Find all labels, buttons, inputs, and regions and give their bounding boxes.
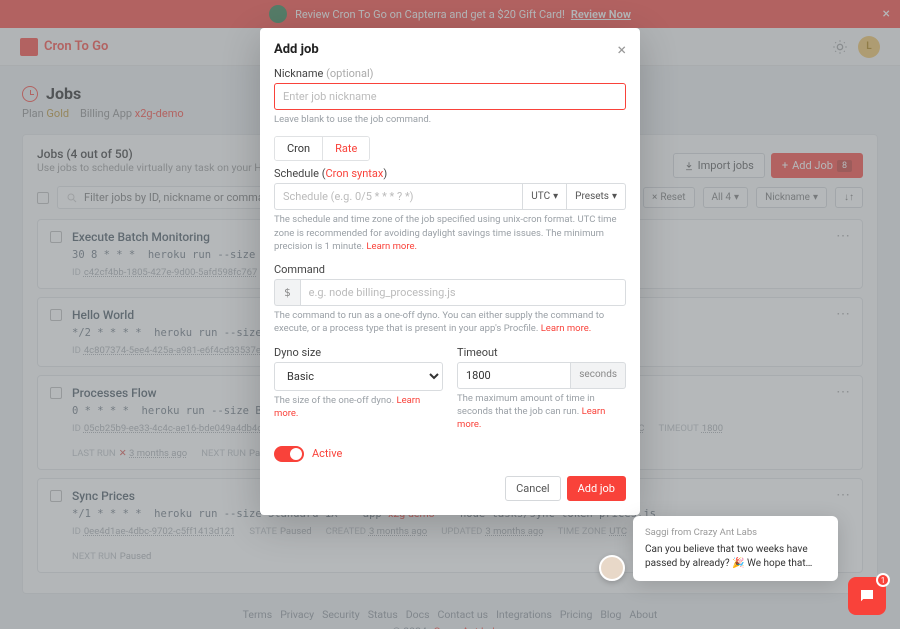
schedule-label: Schedule (Cron syntax) (274, 167, 626, 180)
timezone-select[interactable]: UTC ▾ (523, 183, 567, 210)
chat-launcher[interactable]: 1 (848, 577, 886, 615)
chat-message: Can you believe that two weeks have pass… (645, 543, 826, 571)
cancel-button[interactable]: Cancel (505, 476, 560, 501)
submit-button[interactable]: Add job (567, 476, 626, 501)
dyno-size-select[interactable]: Basic (274, 362, 443, 391)
schedule-input[interactable] (274, 183, 523, 210)
modal-close-icon[interactable]: × (617, 40, 626, 59)
dyno-hint: The size of the one-off dyno. Learn more… (274, 394, 443, 421)
active-label: Active (312, 447, 342, 460)
chat-from: Saggi from Crazy Ant Labs (645, 526, 826, 539)
modal-title: Add job (274, 42, 319, 57)
schedule-learn-link[interactable]: Learn more. (366, 241, 417, 252)
add-job-modal: Add job × Nickname (optional) Leave blan… (260, 28, 640, 515)
timeout-hint: The maximum amount of time in seconds th… (457, 392, 626, 432)
schedule-type-tabs: Cron Rate (274, 136, 370, 161)
command-input[interactable] (300, 279, 626, 306)
chat-badge: 1 (876, 573, 890, 587)
timeout-input[interactable] (457, 362, 571, 389)
chat-popover[interactable]: Saggi from Crazy Ant Labs Can you believ… (633, 516, 838, 581)
command-hint: The command to run as a one-off dyno. Yo… (274, 309, 626, 336)
tab-cron[interactable]: Cron (275, 137, 322, 160)
timeout-unit: seconds (571, 362, 626, 389)
nickname-input[interactable] (274, 83, 626, 110)
cron-syntax-link[interactable]: Cron syntax (325, 167, 383, 180)
dyno-size-label: Dyno size (274, 346, 443, 359)
timeout-label: Timeout (457, 346, 626, 359)
nickname-hint: Leave blank to use the job command. (274, 113, 626, 126)
chat-agent-avatar (599, 555, 625, 581)
schedule-hint: The schedule and time zone of the job sp… (274, 213, 626, 253)
presets-select[interactable]: Presets ▾ (567, 183, 626, 210)
chat-icon (858, 587, 876, 605)
nickname-label: Nickname (optional) (274, 67, 626, 80)
command-learn-link[interactable]: Learn more. (541, 323, 592, 334)
command-label: Command (274, 263, 626, 276)
tab-rate[interactable]: Rate (322, 137, 369, 160)
active-toggle[interactable] (274, 446, 304, 462)
dollar-prefix: $ (274, 279, 300, 306)
